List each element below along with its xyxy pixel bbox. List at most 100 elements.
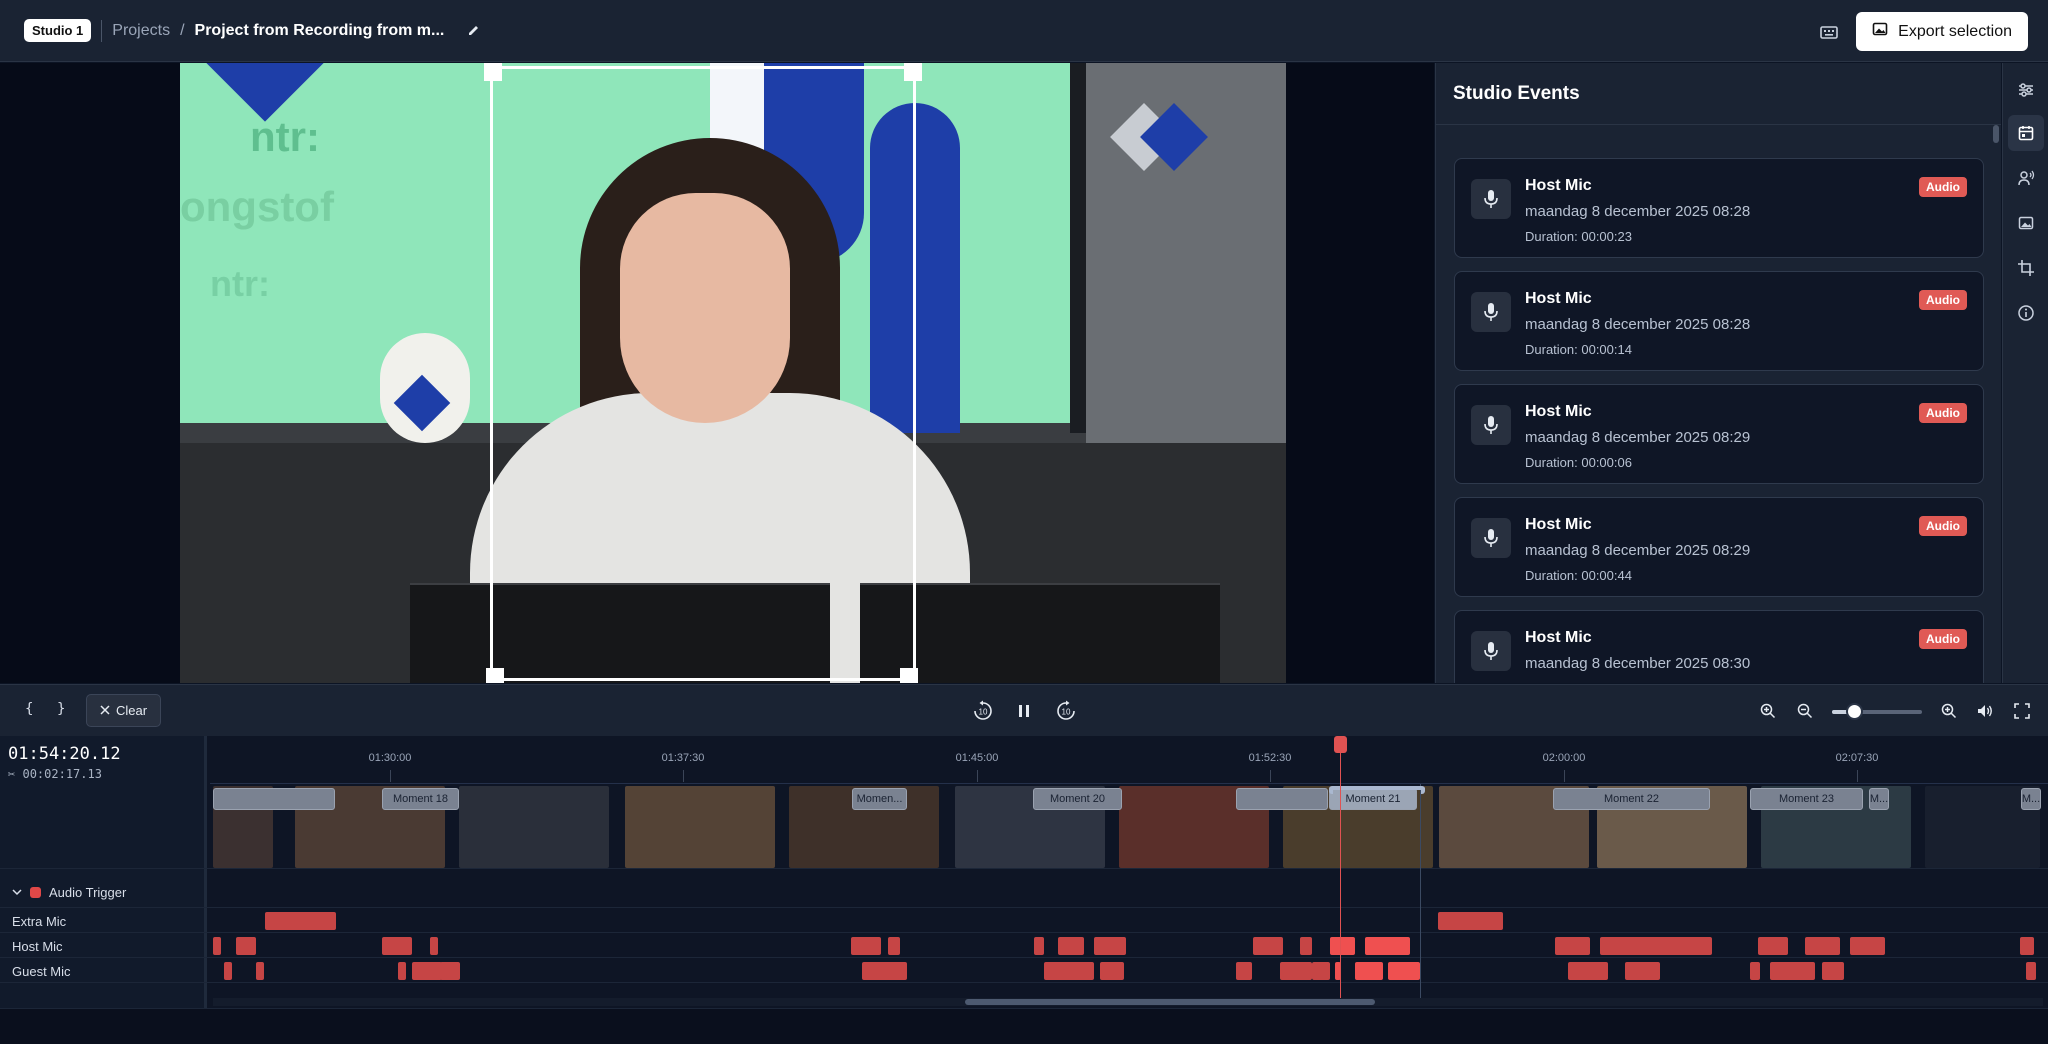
audio-segment[interactable] [862,962,907,980]
clear-button[interactable]: Clear [86,694,162,727]
audio-segment[interactable] [1555,937,1590,955]
pencil-icon[interactable] [466,23,482,39]
audio-segment[interactable] [1280,962,1312,980]
fullscreen-icon[interactable] [2011,700,2033,722]
timeline[interactable]: 01:54:20.12 ✂ 00:02:17.13 Audio Trigger … [0,736,2048,1008]
audio-segment[interactable] [265,912,336,930]
audio-segment[interactable] [1312,962,1330,980]
audio-segment[interactable] [1625,962,1660,980]
timeline-scrollbar[interactable] [213,998,2043,1006]
calendar-icon[interactable] [2008,115,2044,151]
breadcrumb-projects-link[interactable]: Projects [112,22,170,40]
audio-segment[interactable] [224,962,232,980]
moment-marker[interactable]: M... [2021,788,2041,810]
event-card[interactable]: Host Mic maandag 8 december 2025 08:30 A… [1454,610,1984,683]
audio-segment-active[interactable] [1355,962,1383,980]
crop-handle-top-left[interactable] [484,63,502,81]
event-duration: Duration: 00:00:44 [1525,568,1632,583]
info-icon[interactable] [2008,295,2044,331]
audio-segment-active[interactable] [1365,937,1410,955]
zoom-fit-icon[interactable] [1938,700,1960,722]
zoom-out-icon[interactable] [1794,700,1816,722]
timeline-track-headers: 01:54:20.12 ✂ 00:02:17.13 Audio Trigger … [0,736,207,1008]
crop-icon[interactable] [2008,250,2044,286]
thumbnail-strip[interactable]: Moment 18 Momen... Moment 20 Moment 21 M… [213,786,2043,868]
crop-handle-top-right[interactable] [904,63,922,81]
audio-segment[interactable] [1300,937,1312,955]
crop-selection-box[interactable] [490,66,916,681]
audio-segment[interactable] [1750,962,1760,980]
mark-out-button[interactable]: } [57,701,65,717]
audio-segment[interactable] [430,937,438,955]
audio-segment[interactable] [236,937,256,955]
event-card[interactable]: Host Mic maandag 8 december 2025 08:28 D… [1454,271,1984,371]
audio-segment[interactable] [440,962,460,980]
audio-segment[interactable] [1058,937,1084,955]
audio-segment[interactable] [382,937,412,955]
speaker-person-icon[interactable] [2008,160,2044,196]
audio-segment[interactable] [398,962,406,980]
moment-marker[interactable]: Moment 22 [1553,788,1710,810]
audio-segment[interactable] [2026,962,2036,980]
mark-in-button[interactable]: { [25,701,33,717]
audio-segment[interactable] [1850,937,1885,955]
audio-segment[interactable] [1094,937,1126,955]
tick [390,770,391,782]
export-selection-button[interactable]: Export selection [1856,12,2028,51]
moment-marker[interactable] [213,788,335,810]
time-ruler[interactable]: 01:30:00 01:37:30 01:45:00 01:52:30 02:0… [210,736,2048,784]
skip-forward-10-icon[interactable]: 10 [1055,700,1077,722]
audio-segment[interactable] [1600,937,1712,955]
audio-segment[interactable] [213,937,221,955]
audio-segment[interactable] [412,962,442,980]
moment-marker[interactable]: Moment 18 [382,788,459,810]
moment-marker[interactable]: M... [1869,788,1889,810]
tick-label: 02:07:30 [1835,752,1879,764]
audio-segment[interactable] [1253,937,1283,955]
event-card[interactable]: Host Mic maandag 8 december 2025 08:29 D… [1454,384,1984,484]
moment-marker[interactable]: Moment 23 [1750,788,1863,810]
timeline-scrollbar-thumb[interactable] [965,999,1375,1005]
zoom-slider-knob[interactable] [1846,703,1863,720]
track-group-audio-trigger[interactable]: Audio Trigger [12,885,126,900]
keyboard-icon[interactable] [1818,21,1840,43]
audio-segment[interactable] [1100,962,1124,980]
panel-scrollbar[interactable] [1993,125,1999,143]
audio-segment[interactable] [888,937,900,955]
audio-segment[interactable] [1805,937,1840,955]
moment-marker[interactable] [1236,788,1328,810]
audio-segment[interactable] [1758,937,1788,955]
audio-segment-active[interactable] [1330,937,1355,955]
crop-handle-bottom-left[interactable] [486,668,504,683]
audio-segment[interactable] [1236,962,1252,980]
event-card[interactable]: Host Mic maandag 8 december 2025 08:29 D… [1454,497,1984,597]
event-card[interactable]: Host Mic maandag 8 december 2025 08:28 D… [1454,158,1984,258]
video-preview[interactable]: ntr: ongstof ntr: [0,63,1434,683]
event-duration: Duration: 00:00:06 [1525,455,1632,470]
pause-icon[interactable] [1013,700,1035,722]
studio-badge[interactable]: Studio 1 [24,19,92,42]
row-divider [0,907,2048,908]
audio-segment[interactable] [1568,962,1608,980]
audio-segment[interactable] [1438,912,1503,930]
audio-segment[interactable] [1034,937,1044,955]
moment-marker[interactable]: Moment 20 [1033,788,1122,810]
selection-range-handle[interactable] [1329,786,1425,794]
audio-segment-active[interactable] [1388,962,1420,980]
audio-segment[interactable] [2020,937,2034,955]
chevron-down-icon[interactable] [12,885,22,900]
sliders-icon[interactable] [2008,72,2044,108]
audio-segment[interactable] [1770,962,1815,980]
skip-back-10-icon[interactable]: 10 [972,700,994,722]
zoom-in-icon[interactable] [1757,700,1779,722]
audio-segment[interactable] [1822,962,1844,980]
moment-marker[interactable]: Momen... [852,788,907,810]
playback-controls: { } Clear 10 10 [0,684,2048,736]
volume-icon[interactable] [1974,700,1996,722]
playhead-handle[interactable] [1334,736,1347,753]
image-icon[interactable] [2008,205,2044,241]
crop-handle-bottom-right[interactable] [900,668,918,683]
audio-segment[interactable] [256,962,264,980]
audio-segment[interactable] [1044,962,1094,980]
audio-segment[interactable] [851,937,881,955]
